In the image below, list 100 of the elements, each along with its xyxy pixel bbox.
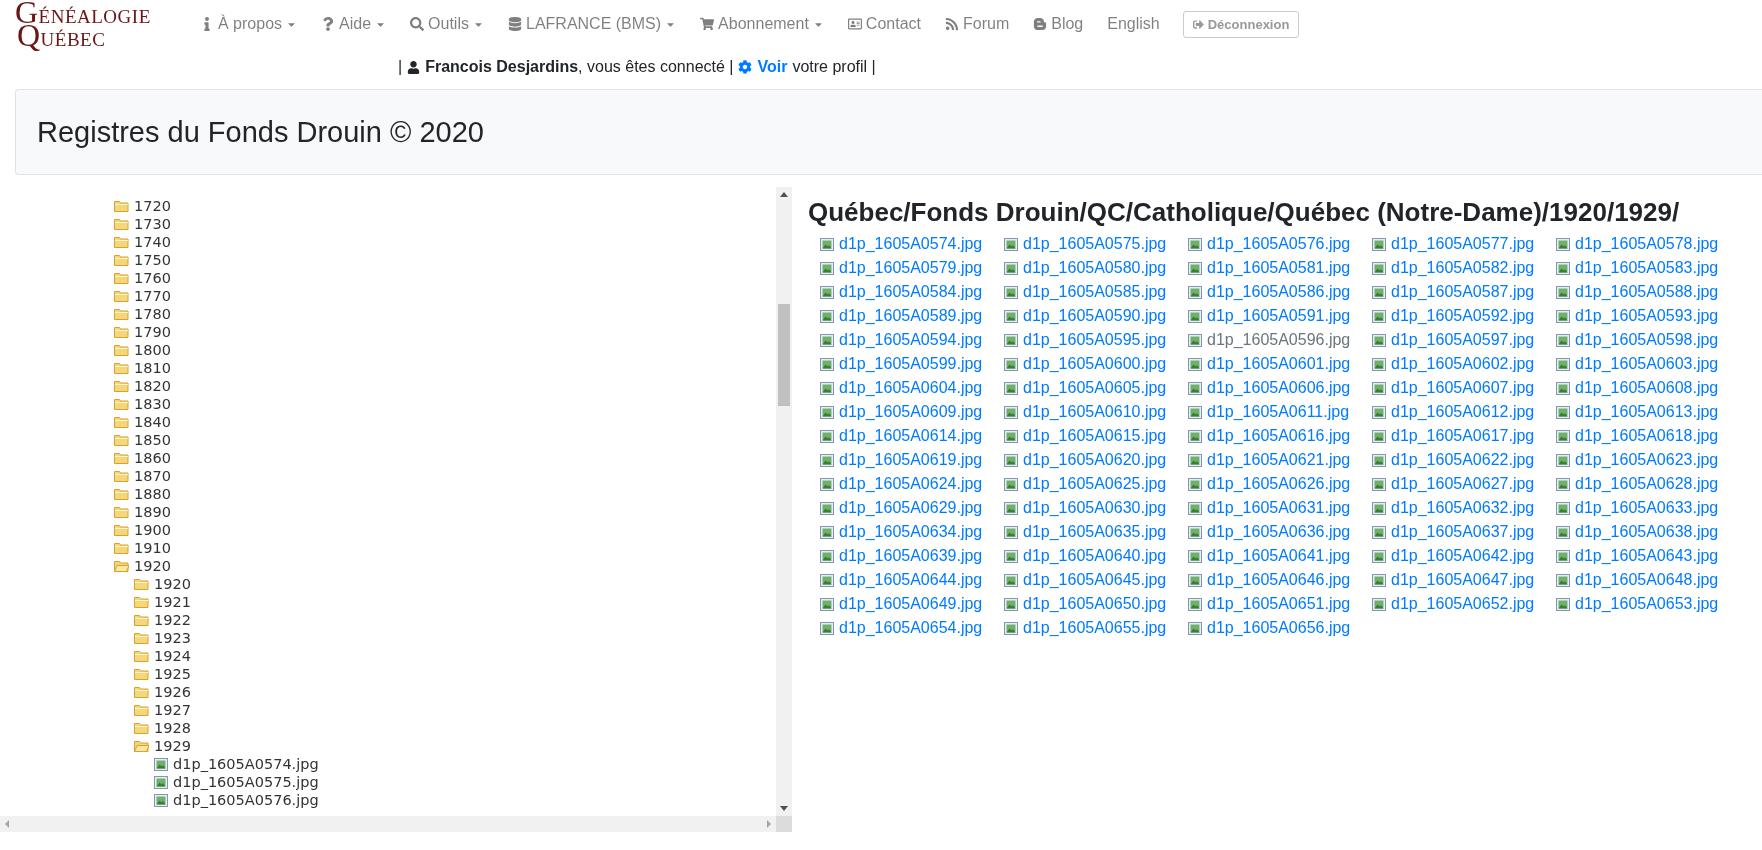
folder-tree-item[interactable]: 1740 [134, 234, 171, 250]
nav-dropdown[interactable]: À propos [191, 7, 307, 41]
folder-tree-item[interactable]: 1920 [134, 558, 171, 574]
folder-tree-item[interactable]: 1840 [134, 414, 171, 430]
folder-tree-item[interactable]: 1880 [134, 486, 171, 502]
file-link[interactable]: d1p_1605A0641.jpg [1188, 544, 1372, 568]
file-link[interactable]: d1p_1605A0612.jpg [1372, 400, 1556, 424]
file-link[interactable]: d1p_1605A0608.jpg [1556, 376, 1740, 400]
file-link[interactable]: d1p_1605A0636.jpg [1188, 520, 1372, 544]
folder-tree-item[interactable]: 1921 [154, 594, 191, 610]
folder-tree-item[interactable]: 1927 [154, 702, 191, 718]
file-link[interactable]: d1p_1605A0656.jpg [1188, 616, 1372, 640]
file-link[interactable]: d1p_1605A0654.jpg [820, 616, 1004, 640]
file-link[interactable]: d1p_1605A0590.jpg [1004, 304, 1188, 328]
file-link[interactable]: d1p_1605A0603.jpg [1556, 352, 1740, 376]
file-link[interactable]: d1p_1605A0624.jpg [820, 472, 1004, 496]
horizontal-scrollbar[interactable] [0, 816, 776, 832]
file-link[interactable]: d1p_1605A0587.jpg [1372, 280, 1556, 304]
nav-link[interactable]: English [1098, 7, 1169, 41]
file-link[interactable]: d1p_1605A0639.jpg [820, 544, 1004, 568]
folder-tree-item[interactable]: 1922 [154, 612, 191, 628]
folder-tree-item[interactable]: 1780 [134, 306, 171, 322]
file-link[interactable]: d1p_1605A0652.jpg [1372, 592, 1556, 616]
file-link[interactable]: d1p_1605A0580.jpg [1004, 256, 1188, 280]
scroll-right-icon[interactable] [766, 819, 772, 829]
folder-tree-item[interactable]: 1924 [154, 648, 191, 664]
file-link[interactable]: d1p_1605A0653.jpg [1556, 592, 1740, 616]
folder-tree-item[interactable]: 1770 [134, 288, 171, 304]
file-link[interactable]: d1p_1605A0605.jpg [1004, 376, 1188, 400]
file-link[interactable]: d1p_1605A0591.jpg [1188, 304, 1372, 328]
file-link[interactable]: d1p_1605A0602.jpg [1372, 352, 1556, 376]
file-link[interactable]: d1p_1605A0625.jpg [1004, 472, 1188, 496]
file-link[interactable]: d1p_1605A0626.jpg [1188, 472, 1372, 496]
folder-tree-item[interactable]: 1790 [134, 324, 171, 340]
folder-tree-item[interactable]: 1750 [134, 252, 171, 268]
file-link[interactable]: d1p_1605A0628.jpg [1556, 472, 1740, 496]
file-link[interactable]: d1p_1605A0581.jpg [1188, 256, 1372, 280]
nav-dropdown[interactable]: Abonnement [691, 7, 833, 41]
file-link[interactable]: d1p_1605A0575.jpg [1004, 232, 1188, 256]
file-link[interactable]: d1p_1605A0618.jpg [1556, 424, 1740, 448]
file-link[interactable]: d1p_1605A0638.jpg [1556, 520, 1740, 544]
folder-tree-item[interactable]: 1830 [134, 396, 171, 412]
file-link[interactable]: d1p_1605A0583.jpg [1556, 256, 1740, 280]
file-link[interactable]: d1p_1605A0644.jpg [820, 568, 1004, 592]
file-link[interactable]: d1p_1605A0645.jpg [1004, 568, 1188, 592]
folder-tree-item[interactable]: 1760 [134, 270, 171, 286]
file-link[interactable]: d1p_1605A0622.jpg [1372, 448, 1556, 472]
folder-tree-item[interactable]: 1820 [134, 378, 171, 394]
file-link[interactable]: d1p_1605A0592.jpg [1372, 304, 1556, 328]
file-link[interactable]: d1p_1605A0579.jpg [820, 256, 1004, 280]
file-tree-item[interactable]: d1p_1605A0576.jpg [173, 792, 319, 808]
file-link[interactable]: d1p_1605A0577.jpg [1372, 232, 1556, 256]
file-link[interactable]: d1p_1605A0610.jpg [1004, 400, 1188, 424]
file-link[interactable]: d1p_1605A0646.jpg [1188, 568, 1372, 592]
nav-dropdown[interactable]: LAFRANCE (BMS) [499, 7, 686, 41]
file-link[interactable]: d1p_1605A0637.jpg [1372, 520, 1556, 544]
file-link[interactable]: d1p_1605A0635.jpg [1004, 520, 1188, 544]
vertical-scrollbar[interactable] [776, 187, 792, 816]
scroll-left-icon[interactable] [4, 819, 10, 829]
file-link[interactable]: d1p_1605A0606.jpg [1188, 376, 1372, 400]
file-link[interactable]: d1p_1605A0648.jpg [1556, 568, 1740, 592]
folder-tree-item[interactable]: 1925 [154, 666, 191, 682]
folder-tree-item[interactable]: 1890 [134, 504, 171, 520]
file-link[interactable]: d1p_1605A0647.jpg [1372, 568, 1556, 592]
folder-tree-item[interactable]: 1800 [134, 342, 171, 358]
nav-dropdown[interactable]: Outils [401, 7, 493, 41]
file-link[interactable]: d1p_1605A0611.jpg [1188, 400, 1372, 424]
file-link[interactable]: d1p_1605A0643.jpg [1556, 544, 1740, 568]
folder-tree-item[interactable]: 1920 [154, 576, 191, 592]
file-link[interactable]: d1p_1605A0621.jpg [1188, 448, 1372, 472]
file-link[interactable]: d1p_1605A0630.jpg [1004, 496, 1188, 520]
file-link[interactable]: d1p_1605A0629.jpg [820, 496, 1004, 520]
file-link[interactable]: d1p_1605A0586.jpg [1188, 280, 1372, 304]
file-link[interactable]: d1p_1605A0596.jpg [1188, 328, 1372, 352]
file-tree-item[interactable]: d1p_1605A0574.jpg [173, 756, 319, 772]
file-link[interactable]: d1p_1605A0619.jpg [820, 448, 1004, 472]
file-link[interactable]: d1p_1605A0651.jpg [1188, 592, 1372, 616]
file-link[interactable]: d1p_1605A0620.jpg [1004, 448, 1188, 472]
folder-tree-item[interactable]: 1860 [134, 450, 171, 466]
file-link[interactable]: d1p_1605A0616.jpg [1188, 424, 1372, 448]
file-link[interactable]: d1p_1605A0613.jpg [1556, 400, 1740, 424]
folder-tree-item[interactable]: 1720 [134, 198, 171, 214]
logout-button[interactable]: Déconnexion [1182, 10, 1300, 38]
file-link[interactable]: d1p_1605A0633.jpg [1556, 496, 1740, 520]
folder-tree-item[interactable]: 1810 [134, 360, 171, 376]
nav-link[interactable]: Blog [1024, 7, 1093, 41]
file-link[interactable]: d1p_1605A0650.jpg [1004, 592, 1188, 616]
site-logo[interactable]: GÉNÉALOGIE QUÉBEC [15, 0, 185, 49]
file-link[interactable]: d1p_1605A0642.jpg [1372, 544, 1556, 568]
file-link[interactable]: d1p_1605A0576.jpg [1188, 232, 1372, 256]
folder-tree-item[interactable]: 1870 [134, 468, 171, 484]
file-link[interactable]: d1p_1605A0593.jpg [1556, 304, 1740, 328]
file-link[interactable]: d1p_1605A0588.jpg [1556, 280, 1740, 304]
folder-tree-item[interactable]: 1730 [134, 216, 171, 232]
scroll-thumb[interactable] [778, 304, 790, 406]
file-link[interactable]: d1p_1605A0595.jpg [1004, 328, 1188, 352]
nav-link[interactable]: Contact [838, 7, 930, 41]
file-link[interactable]: d1p_1605A0615.jpg [1004, 424, 1188, 448]
file-link[interactable]: d1p_1605A0598.jpg [1556, 328, 1740, 352]
file-link[interactable]: d1p_1605A0634.jpg [820, 520, 1004, 544]
